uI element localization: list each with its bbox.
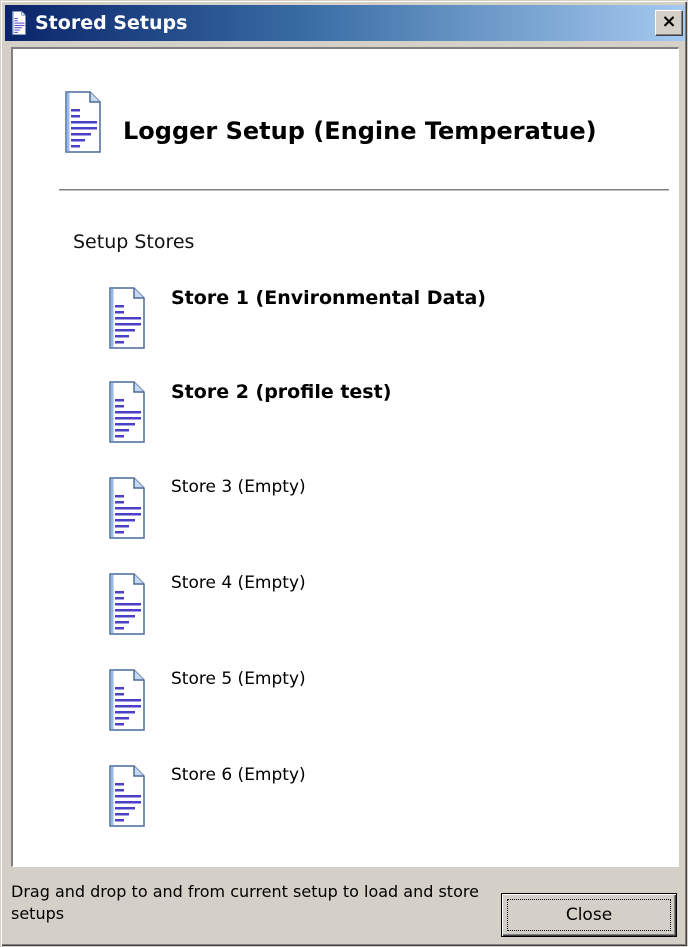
store-label: Store 4 (Empty): [171, 573, 306, 593]
close-icon[interactable]: ×: [655, 10, 683, 36]
store-item[interactable]: Store 2 (profile test): [103, 381, 623, 455]
close-button-label: Close: [507, 899, 671, 931]
store-item[interactable]: Store 1 (Environmental Data): [103, 287, 623, 361]
section-label: Setup Stores: [73, 231, 195, 253]
document-icon: [109, 669, 145, 731]
document-icon: [109, 477, 145, 539]
document-icon: [65, 91, 101, 153]
title-bar[interactable]: Stored Setups ×: [5, 5, 685, 41]
current-setup-title[interactable]: Logger Setup (Engine Temperatue): [123, 117, 597, 145]
divider: [59, 189, 669, 191]
store-label: Store 1 (Environmental Data): [171, 287, 486, 309]
store-label: Store 6 (Empty): [171, 765, 306, 785]
document-icon: [109, 381, 145, 443]
window-title: Stored Setups: [35, 12, 188, 34]
document-icon: [109, 287, 145, 349]
status-text: Drag and drop to and from current setup …: [11, 882, 479, 923]
store-label: Store 5 (Empty): [171, 669, 306, 689]
document-icon: [109, 765, 145, 827]
store-label: Store 2 (profile test): [171, 381, 392, 403]
document-icon: [9, 11, 29, 35]
store-item[interactable]: Store 4 (Empty): [103, 573, 623, 647]
stored-setups-window: Stored Setups × Logger Setup (Engine Tem…: [0, 0, 688, 947]
store-item[interactable]: Store 5 (Empty): [103, 669, 623, 743]
content-panel: Logger Setup (Engine Temperatue) Setup S…: [11, 47, 679, 867]
close-button[interactable]: Close: [501, 893, 677, 937]
store-item[interactable]: Store 6 (Empty): [103, 765, 623, 839]
store-label: Store 3 (Empty): [171, 477, 306, 497]
store-item[interactable]: Store 3 (Empty): [103, 477, 623, 551]
document-icon: [109, 573, 145, 635]
